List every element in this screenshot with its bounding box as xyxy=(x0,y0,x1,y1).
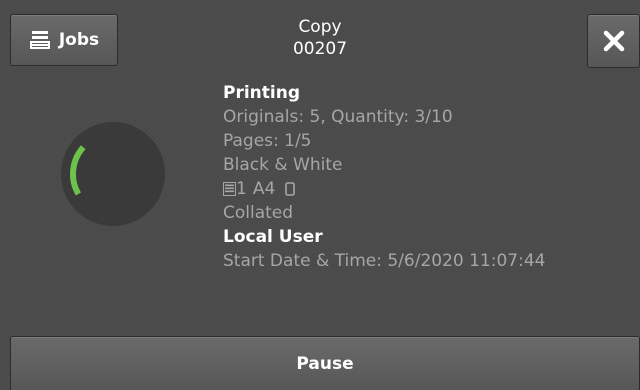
start-date-time: Start Date & Time: 5/6/2020 11:07:44 xyxy=(223,251,546,271)
job-number-label: 00207 xyxy=(292,39,348,59)
page-title: Copy 00207 xyxy=(200,16,440,60)
pause-button[interactable]: Pause xyxy=(10,336,640,390)
close-button[interactable] xyxy=(587,14,640,68)
paper-info: 1 A4 xyxy=(223,177,545,201)
pause-button-label: Pause xyxy=(296,353,354,374)
job-user: Local User xyxy=(223,227,323,247)
job-status: Printing xyxy=(223,83,300,103)
jobs-button[interactable]: Jobs xyxy=(10,14,118,66)
tray-number: 1 xyxy=(236,179,247,199)
color-mode: Black & White xyxy=(223,155,343,175)
job-details: Printing Originals: 5, Quantity: 3/10 Pa… xyxy=(223,81,545,273)
collation-mode: Collated xyxy=(223,203,294,223)
paper-tray-icon xyxy=(223,182,236,196)
paper-size: A4 xyxy=(252,179,276,199)
originals-quantity: Originals: 5, Quantity: 3/10 xyxy=(223,107,453,127)
job-detail-screen: Jobs Copy 00207 Printing Originals: 5, Q… xyxy=(0,0,640,390)
portrait-orientation-icon xyxy=(285,182,296,196)
close-icon xyxy=(603,30,624,52)
job-type-label: Copy xyxy=(298,17,342,37)
progress-dial xyxy=(61,122,165,226)
pages-progress: Pages: 1/5 xyxy=(223,131,312,151)
job-stack-icon xyxy=(29,31,50,49)
progress-dial-track xyxy=(61,122,165,226)
jobs-button-label: Jobs xyxy=(58,30,100,50)
